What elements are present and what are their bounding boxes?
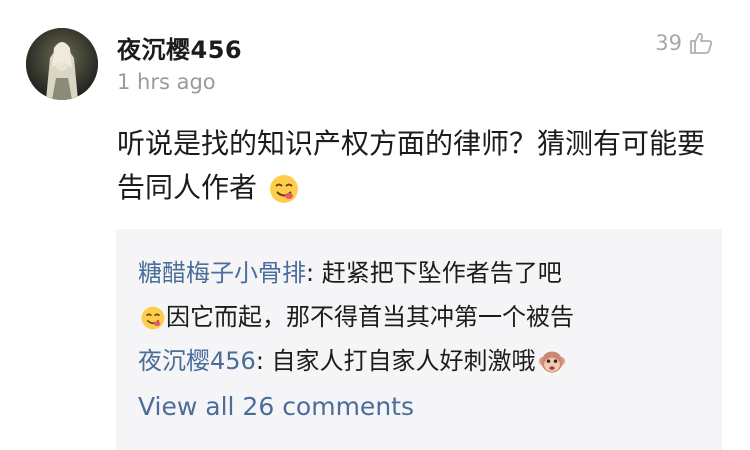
reply-separator: :: [306, 259, 322, 287]
like-button[interactable]: 39: [655, 30, 714, 56]
comment-text: 听说是找的知识产权方面的律师？猜测有可能要告同人作者: [117, 122, 717, 210]
view-all-comments-link[interactable]: View all 26 comments: [138, 392, 414, 421]
username[interactable]: 夜沉樱456: [117, 30, 242, 65]
reply-text-continued: 因它而起，那不得首当其冲第一个被告: [166, 303, 574, 331]
yum-face-emoji: [140, 305, 166, 331]
yum-face-emoji: [268, 173, 300, 205]
avatar[interactable]: [26, 28, 98, 100]
reply-author[interactable]: 糖醋梅子小骨排: [138, 259, 306, 287]
like-count: 39: [655, 31, 682, 55]
thumbs-up-icon[interactable]: [688, 30, 714, 56]
replies-box: 糖醋梅子小骨排: 赶紧把下坠作者告了吧 因它而起，那不得首当其冲第一个被告 夜沉…: [116, 229, 722, 450]
reply-item: 夜沉樱456: 自家人打自家人好刺激哦: [138, 339, 698, 383]
comment-text-content: 听说是找的知识产权方面的律师？猜测有可能要告同人作者: [117, 127, 706, 204]
comment-card: 夜沉樱456 1 hrs ago 39 听说是找的知识产权方面的律师？猜测有可能…: [0, 0, 750, 450]
reply-author[interactable]: 夜沉樱456: [138, 347, 256, 375]
timestamp: 1 hrs ago: [117, 70, 216, 94]
monkey-face-emoji: [538, 348, 566, 376]
reply-text: 赶紧把下坠作者告了吧: [321, 259, 562, 287]
reply-item: 糖醋梅子小骨排: 赶紧把下坠作者告了吧 因它而起，那不得首当其冲第一个被告: [138, 251, 698, 339]
reply-text: 自家人打自家人好刺激哦: [271, 347, 536, 375]
reply-separator: :: [255, 347, 272, 375]
